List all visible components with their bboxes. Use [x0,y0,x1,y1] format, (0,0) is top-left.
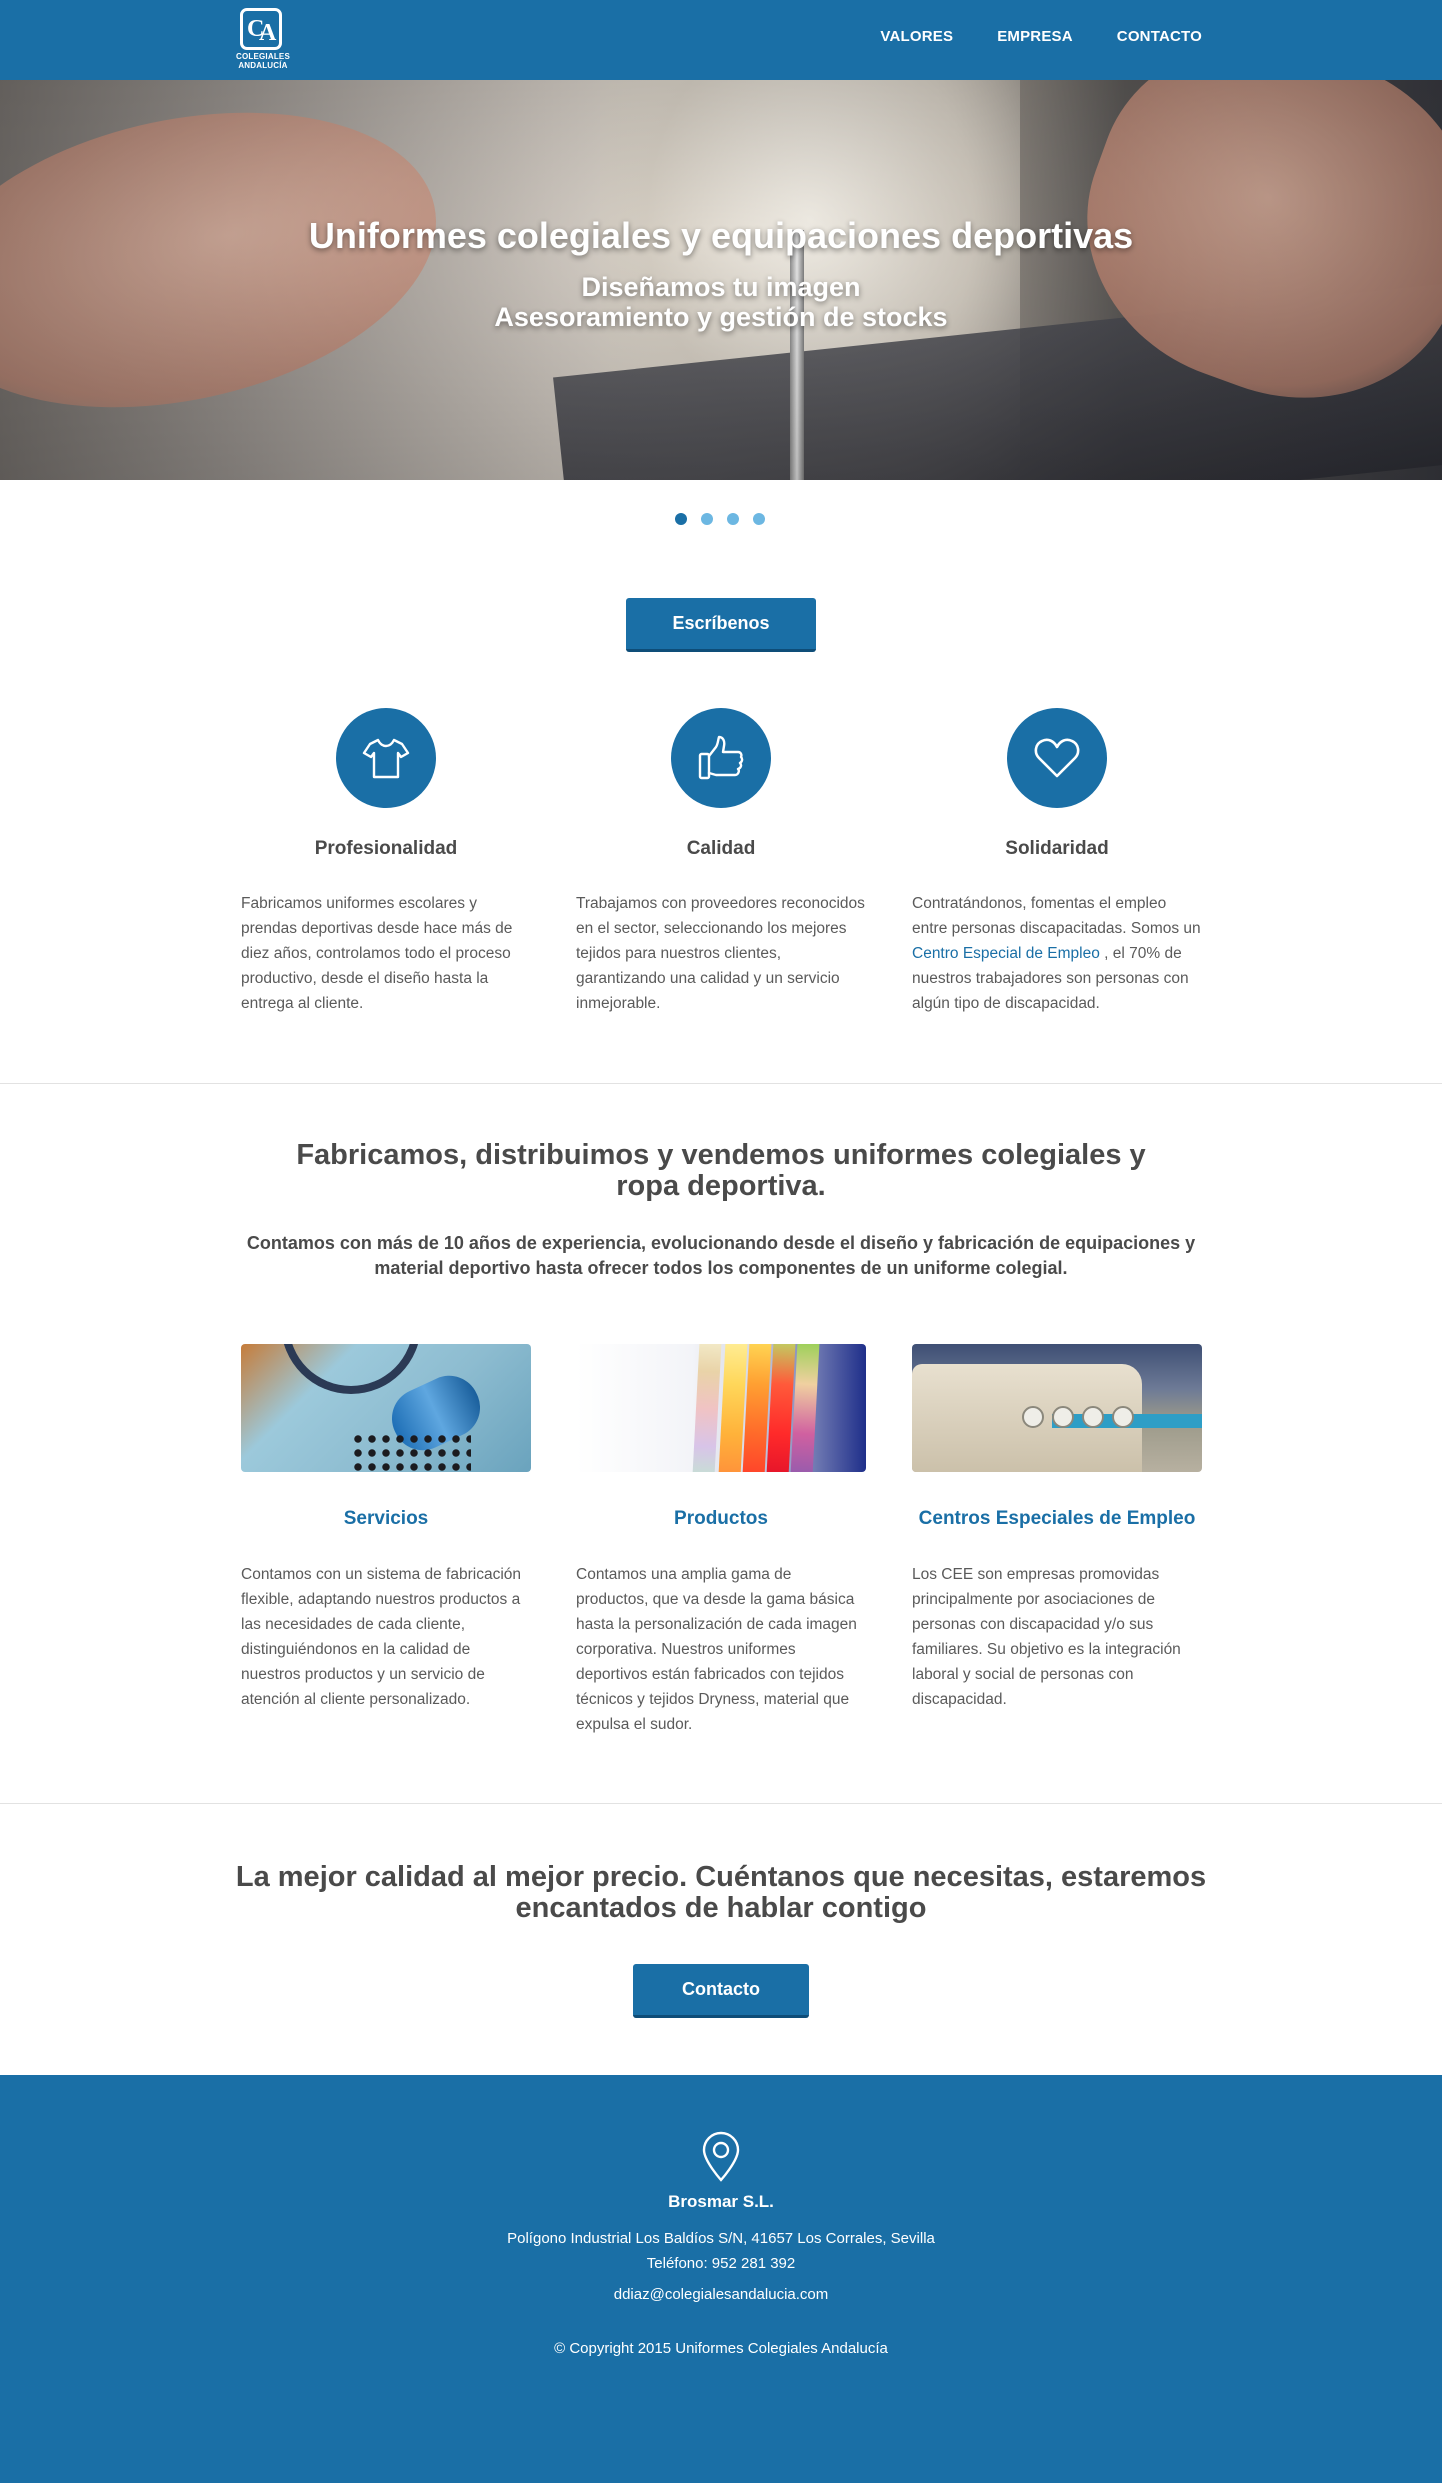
section-divider [0,1803,1442,1804]
section-divider [0,1083,1442,1084]
nav-link-empresa[interactable]: EMPRESA [997,28,1073,45]
carousel-dots [675,513,765,525]
cta-title: La mejor calidad al mejor precio. Cuénta… [235,1861,1207,1924]
value-title: Profesionalidad [314,838,458,859]
hero-subtitle-line2: Asesoramiento y gestión de stocks [494,302,948,332]
footer-company: Brosmar S.L. [668,2192,774,2211]
carousel-dot-3[interactable] [727,513,739,525]
write-us-button[interactable]: Escríbenos [626,598,816,652]
value-title: Solidaridad [1005,838,1109,859]
footer-copyright: © Copyright 2015 Uniformes Colegiales An… [554,2340,888,2357]
tshirt-icon [362,738,410,779]
footer-phone: Teléfono: 952 281 392 [646,2255,796,2272]
carousel-dot-4[interactable] [753,513,765,525]
footer-address: Polígono Industrial Los Baldíos S/N, 416… [507,2230,935,2247]
map-pin-icon [702,2131,740,2182]
main-nav: VALORES EMPRESA CONTACTO [880,28,1202,45]
nav-link-contacto[interactable]: CONTACTO [1117,28,1202,45]
site-footer: Brosmar S.L. Polígono Industrial Los Bal… [0,2075,1442,2483]
cee-image [912,1344,1202,1472]
heart-icon [1034,738,1080,778]
card-title[interactable]: Centros Especiales de Empleo [912,1508,1202,1530]
hero-slider: Uniformes colegiales y equipaciones depo… [0,80,1442,480]
site-header: CA COLEGIALES ANDALUCÍA VALORES EMPRESA … [0,0,1442,80]
about-subtitle: Contamos con más de 10 años de experienc… [246,1233,1196,1278]
site-logo[interactable]: CA COLEGIALES ANDALUCÍA [230,8,296,72]
value-icon-circle [1007,708,1107,808]
thumbs-up-icon [698,735,744,780]
value-icon-circle [671,708,771,808]
card-title[interactable]: Productos [576,1508,866,1530]
nav-link-valores[interactable]: VALORES [880,28,953,45]
logo-mark: CA [240,8,282,50]
value-icon-circle [336,708,436,808]
carousel-dot-1[interactable] [675,513,687,525]
about-title: Fabricamos, distribuimos y vendemos unif… [296,1139,1146,1202]
value-title: Calidad [686,838,756,859]
card-title[interactable]: Servicios [241,1508,531,1530]
hero-title: Uniformes colegiales y equipaciones depo… [308,215,1134,256]
value-text: Trabajamos con proveedores reconocidos e… [576,895,865,1012]
card-text: Contamos con un sistema de fabricación f… [241,1566,522,1708]
carousel-dot-2[interactable] [701,513,713,525]
hero-subtitle-line1: Diseñamos tu imagen [581,272,861,302]
hero-subtitle: Diseñamos tu imagen Asesoramiento y gest… [0,272,1442,332]
productos-image [576,1344,866,1472]
centro-especial-empleo-link[interactable]: Centro Especial de Empleo [912,945,1100,962]
value-text: Fabricamos uniformes escolares y prendas… [241,895,513,1012]
logo-text: COLEGIALES ANDALUCÍA [235,52,290,70]
card-text: Los CEE son empresas promovidas principa… [912,1566,1181,1708]
value-text: Contratándonos, fomentas el empleo entre… [912,895,1201,1012]
footer-email[interactable]: ddiaz@colegialesandalucia.com [0,2286,1442,2303]
card-text: Contamos una amplia gama de productos, q… [576,1566,857,1733]
servicios-image [241,1344,531,1472]
contact-button[interactable]: Contacto [633,1964,809,2018]
